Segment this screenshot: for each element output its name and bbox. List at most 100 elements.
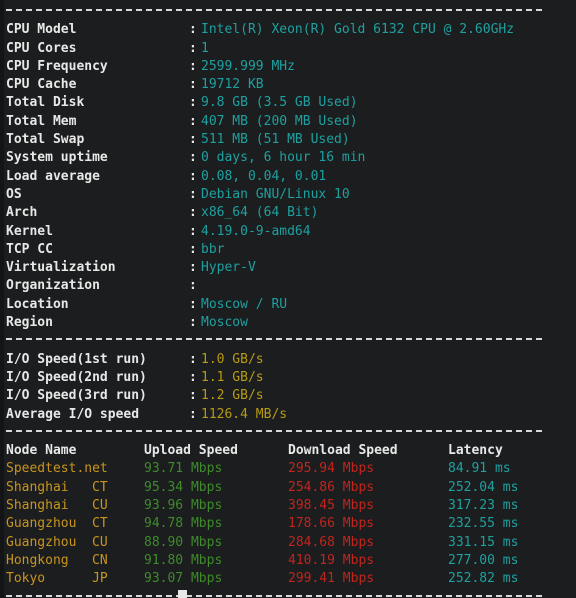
- colon-separator: :: [189, 388, 197, 404]
- country-code-cell: CN: [92, 552, 108, 568]
- speedtest-row: Guangzhou CT 94.78 Mbps 178.66 Mbps 232.55 m…: [4, 514, 576, 532]
- upload-speed-cell: 94.78 Mbps: [144, 516, 223, 532]
- colon-separator: :: [189, 223, 197, 239]
- io-speed-label: I/O Speed(1st run): [6, 351, 147, 367]
- system-info-label: Organization: [6, 278, 100, 294]
- system-info-row: OS: Debian GNU/Linux 10: [4, 185, 576, 203]
- system-info-row: System uptime:0 days, 6 hour 16 min: [4, 148, 576, 166]
- speedtest-row: Shanghai CT 95.34 Mbps 254.86 Mbps 252.04 ms: [4, 478, 576, 496]
- system-info-label: Total Disk: [6, 95, 85, 111]
- system-info-row: TCP CC: bbr: [4, 240, 576, 258]
- system-info-value: Moscow: [201, 315, 248, 331]
- io-speed-label: I/O Speed(2nd run): [6, 369, 147, 385]
- column-header-upload-speed: Upload Speed: [144, 443, 238, 459]
- upload-speed-cell: 93.96 Mbps: [144, 498, 223, 514]
- system-info-value: Debian GNU/Linux 10: [201, 186, 350, 202]
- speedtest-row: Guangzhou CU 88.90 Mbps 284.68 Mbps 331.15 m…: [4, 533, 576, 551]
- system-info-label: Arch: [6, 205, 38, 221]
- system-info-label: CPU Model: [6, 22, 77, 38]
- colon-separator: :: [189, 58, 197, 74]
- latency-cell: 252.82 ms: [448, 571, 519, 587]
- colon-separator: :: [189, 77, 197, 93]
- node-name-cell: Shanghai: [6, 479, 69, 495]
- system-info-label: Load average: [6, 168, 100, 184]
- speedtest-row: Shanghai CU 93.96 Mbps 398.45 Mbps 317.23 ms: [4, 496, 576, 514]
- system-info-label: Total Mem: [6, 113, 77, 129]
- system-info-row: Region: Moscow: [4, 313, 576, 331]
- download-speed-cell: 299.41 Mbps: [288, 571, 375, 587]
- speedtest-row: Speedtest.net 93.71 Mbps 295.94 Mbps 84.91 …: [4, 459, 576, 477]
- colon-separator: :: [189, 132, 197, 148]
- system-info-label: System uptime: [6, 150, 108, 166]
- system-info-row: Kernel:4.19.0-9-amd64: [4, 222, 576, 240]
- system-info-row: CPU Cache:19712 KB: [4, 75, 576, 93]
- colon-separator: :: [189, 95, 197, 111]
- colon-separator: :: [189, 406, 197, 422]
- system-info-label: OS: [6, 186, 22, 202]
- upload-speed-cell: 95.34 Mbps: [144, 479, 223, 495]
- speedtest-header-row: Node Name Upload Speed Download Speed Laten…: [4, 441, 576, 459]
- system-info-row: Arch: x86_64 (64 Bit): [4, 203, 576, 221]
- system-info-row: Organization:: [4, 276, 576, 294]
- system-info-label: TCP CC: [6, 241, 53, 257]
- io-speed-value: 1126.4 MB/s: [201, 406, 288, 422]
- country-code-cell: CU: [92, 534, 108, 550]
- speedtest-row: Hongkong CN 91.80 Mbps 410.19 Mbps 277.00 ms: [4, 551, 576, 569]
- io-speed-row: I/O Speed(1st run):1.0 GB/s: [4, 350, 576, 368]
- colon-separator: :: [189, 113, 197, 129]
- colon-separator: :: [189, 205, 197, 221]
- colon-separator: :: [189, 150, 197, 166]
- speedtest-row: Tokyo JP 93.07 Mbps 299.41 Mbps 252.82 ms: [4, 569, 576, 587]
- system-info-row: CPU Cores:1: [4, 39, 576, 57]
- system-info-value: Moscow / RU: [201, 296, 288, 312]
- system-info-row: CPU Frequency:2599.999 MHz: [4, 57, 576, 75]
- download-speed-cell: 398.45 Mbps: [288, 498, 375, 514]
- system-info-value: 1: [201, 40, 209, 56]
- io-speed-label: Average I/O speed: [6, 406, 140, 422]
- colon-separator: :: [189, 296, 197, 312]
- system-info-label: Total Swap: [6, 132, 85, 148]
- upload-speed-cell: 91.80 Mbps: [144, 552, 223, 568]
- system-info-value: 511 MB (51 MB Used): [201, 132, 350, 148]
- separator-rule-bottom: [4, 588, 576, 598]
- system-info-value: 407 MB (200 MB Used): [201, 113, 358, 129]
- io-speed-value: 1.2 GB/s: [201, 388, 264, 404]
- system-info-value: bbr: [201, 241, 225, 257]
- country-code-cell: CT: [92, 479, 108, 495]
- node-name-cell: Guangzhou: [6, 516, 77, 532]
- node-name-cell: Guangzhou: [6, 534, 77, 550]
- latency-cell: 331.15 ms: [448, 534, 519, 550]
- system-info-value: Hyper-V: [201, 260, 256, 276]
- system-info-value: x86_64 (64 Bit): [201, 205, 319, 221]
- country-code-cell: JP: [92, 571, 108, 587]
- system-info-row: Total Mem:407 MB (200 MB Used): [4, 112, 576, 130]
- system-info-value: 2599.999 MHz: [201, 58, 295, 74]
- colon-separator: :: [189, 168, 197, 184]
- column-header-latency: Latency: [448, 443, 503, 459]
- colon-separator: :: [189, 22, 197, 38]
- country-code-cell: CT: [92, 516, 108, 532]
- dashed-line-icon: [6, 429, 544, 432]
- system-info-value: 9.8 GB (3.5 GB Used): [201, 95, 358, 111]
- colon-separator: :: [189, 40, 197, 56]
- system-info-label: Virtualization: [6, 260, 116, 276]
- separator-rule-after-sysinfo: [4, 331, 576, 349]
- terminal-window[interactable]: CPU Model: Intel(R) Xeon(R) Gold 6132 CPU…: [0, 0, 576, 598]
- system-info-label: Location: [6, 296, 69, 312]
- download-speed-cell: 178.66 Mbps: [288, 516, 375, 532]
- node-name-cell: Shanghai: [6, 498, 69, 514]
- download-speed-cell: 295.94 Mbps: [288, 461, 375, 477]
- io-speed-value: 1.1 GB/s: [201, 369, 264, 385]
- io-speed-label: I/O Speed(3rd run): [6, 388, 147, 404]
- colon-separator: :: [189, 278, 197, 294]
- io-speed-block: I/O Speed(1st run):1.0 GB/s I/O Speed(2nd…: [4, 350, 576, 423]
- latency-cell: 317.23 ms: [448, 498, 519, 514]
- system-info-row: Total Swap:511 MB (51 MB Used): [4, 130, 576, 148]
- latency-cell: 277.00 ms: [448, 552, 519, 568]
- download-speed-cell: 410.19 Mbps: [288, 552, 375, 568]
- upload-speed-cell: 88.90 Mbps: [144, 534, 223, 550]
- system-info-label: CPU Frequency: [6, 58, 108, 74]
- system-info-row: Total Disk:9.8 GB (3.5 GB Used): [4, 93, 576, 111]
- system-info-block: CPU Model: Intel(R) Xeon(R) Gold 6132 CPU…: [4, 20, 576, 331]
- colon-separator: :: [189, 369, 197, 385]
